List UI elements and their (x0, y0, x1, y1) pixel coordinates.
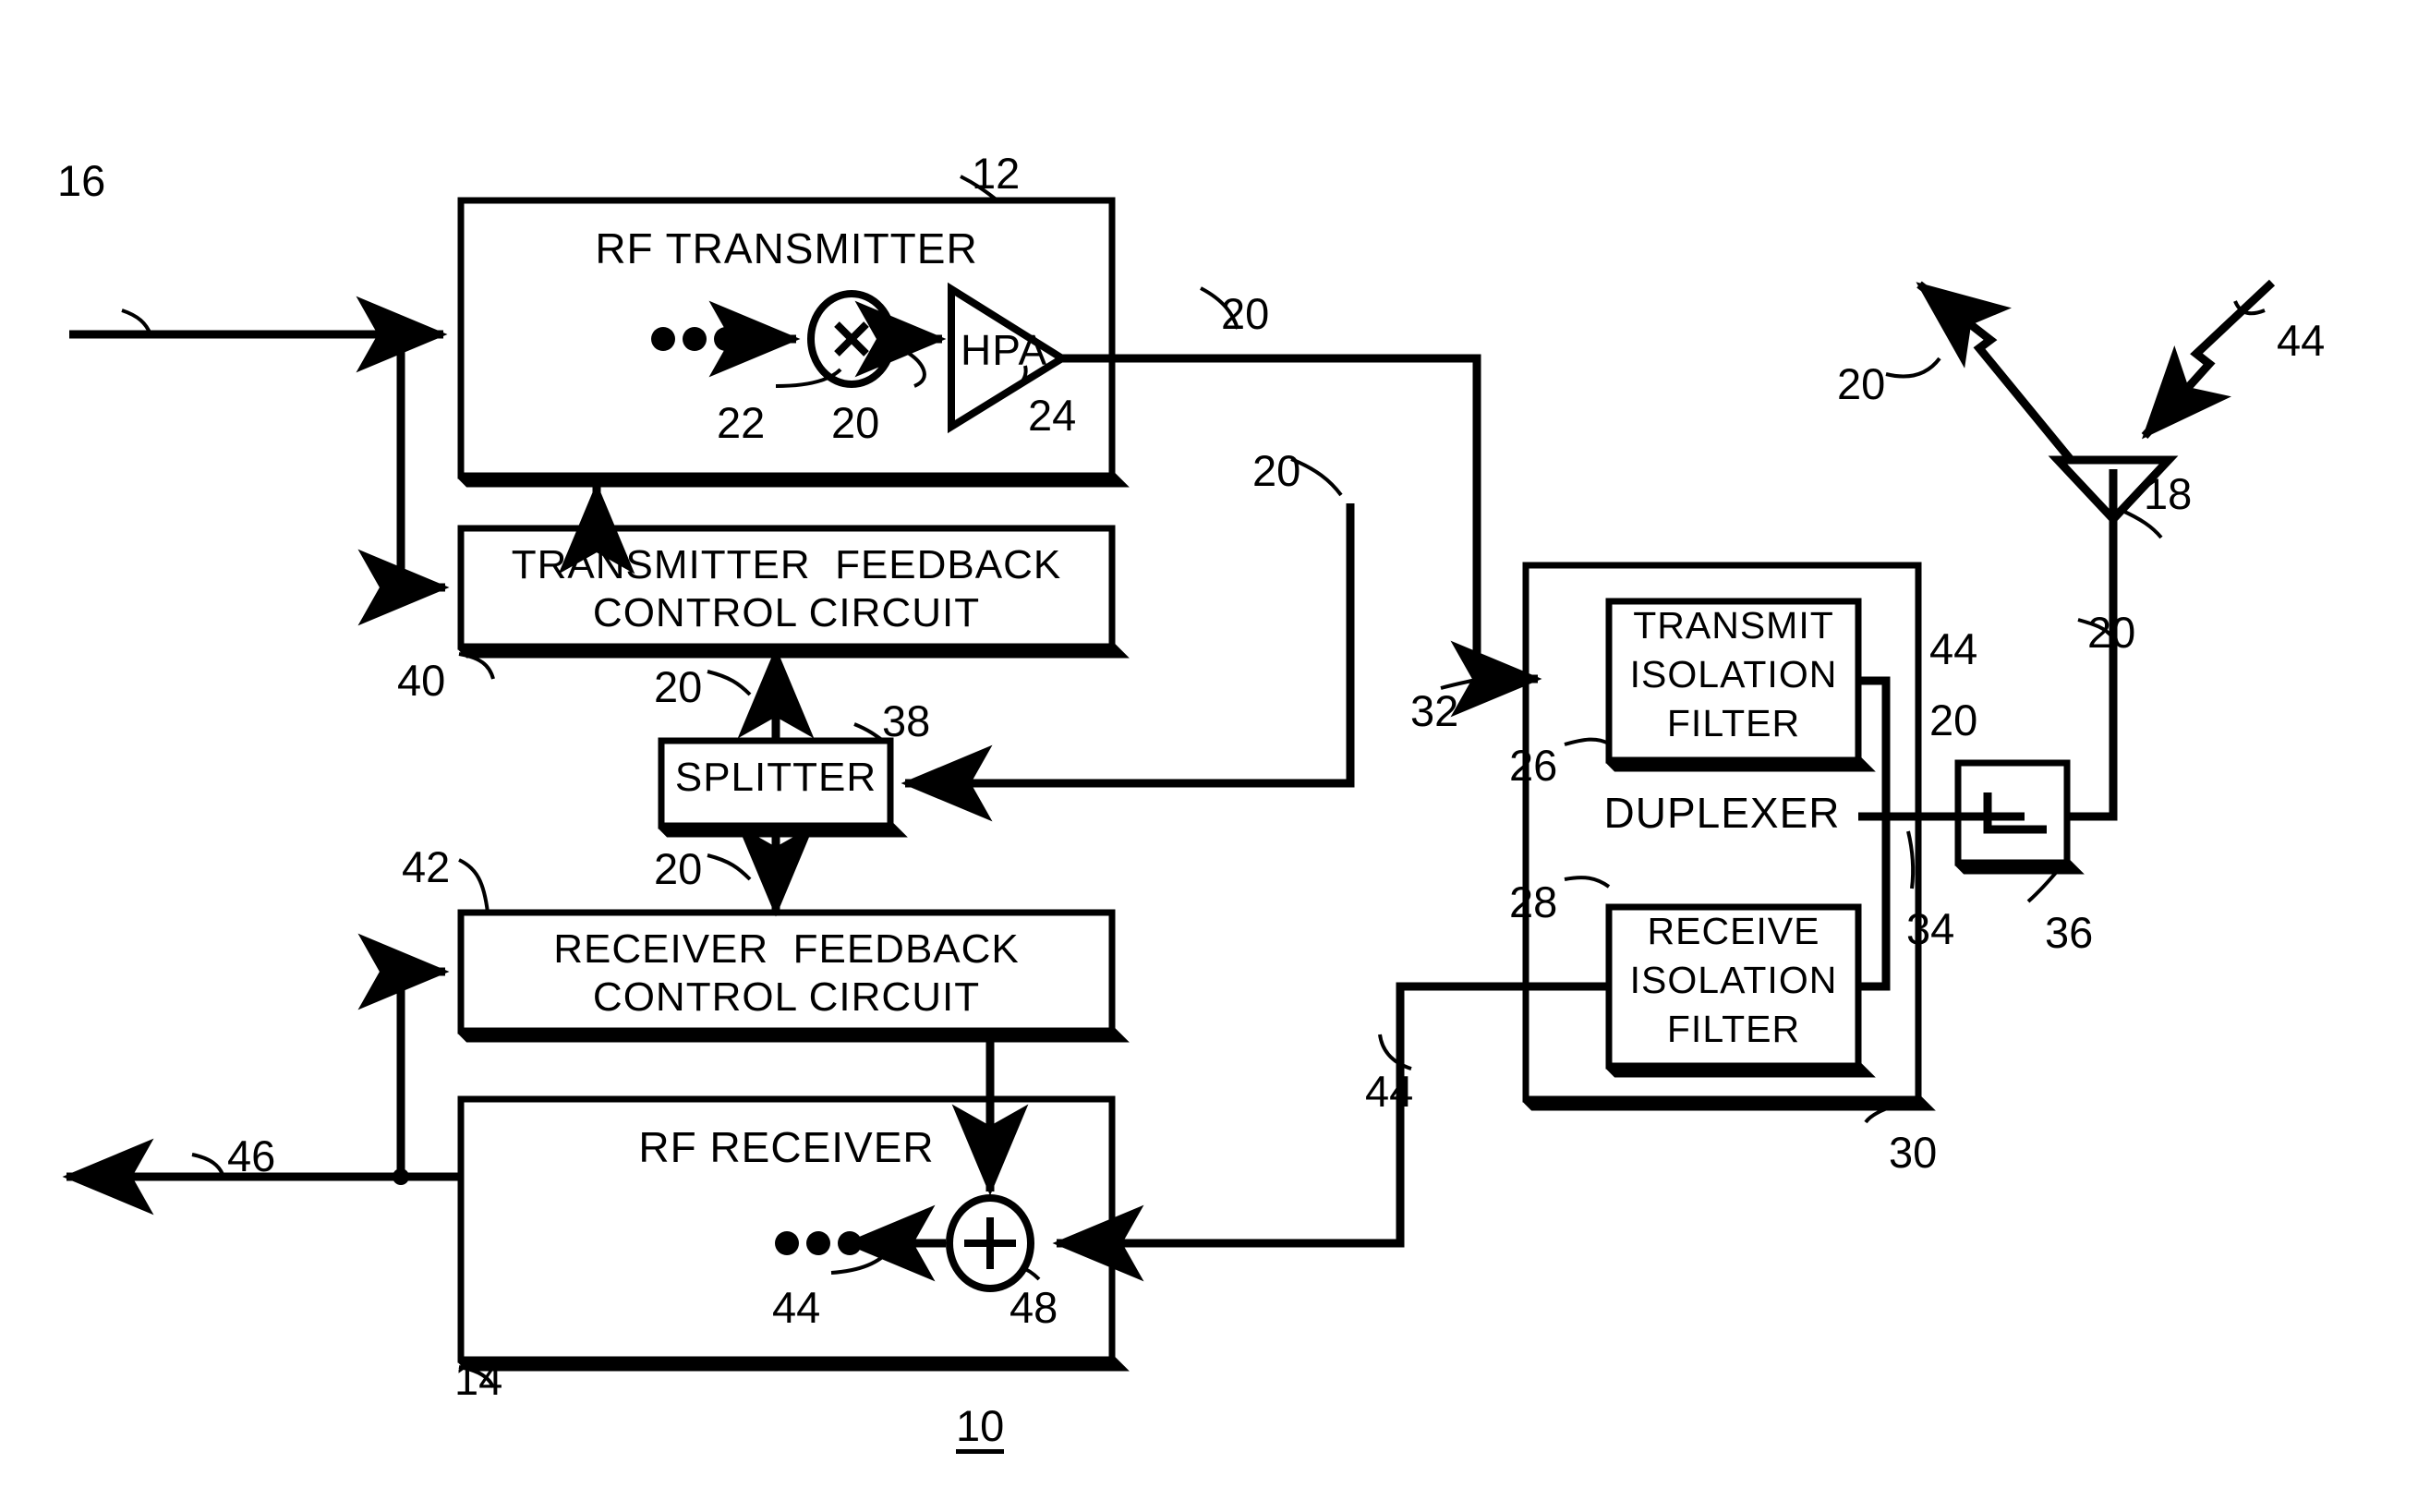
reference-numeral-splitter-output-up: 20 (654, 662, 703, 711)
figure-number: 10 (956, 1404, 1005, 1454)
reference-numeral-transmit-path-to-duplexer: 32 (1410, 686, 1459, 735)
splitter-label: SPLITTER (674, 755, 877, 800)
transmit-isolation-filter-line3: FILTER (1666, 702, 1801, 744)
ellipsis-dot (838, 1231, 862, 1255)
reference-numeral-receive-signal-to-receiver: 44 (1365, 1067, 1414, 1116)
lead-20d (707, 670, 752, 696)
reference-numeral-transmitter-feedback-control-circuit: 40 (397, 656, 446, 705)
ellipsis-dot (651, 327, 675, 351)
summer-plus-glyph (964, 1217, 1016, 1269)
lead-44d (830, 1247, 892, 1275)
reference-numeral-mixer: 22 (717, 398, 766, 447)
reference-numeral-receiver-feedback-control-circuit: 42 (402, 842, 451, 891)
input-branch-to-tfcc (357, 334, 450, 626)
reference-numeral-radiated-receive-signal: 44 (2277, 316, 2326, 365)
reference-numeral-transmit-isolation-filter: 26 (1509, 741, 1558, 790)
radiated-receive-arrow (2141, 279, 2276, 440)
reference-numeral-receive-signal: 44 (1929, 624, 1978, 673)
lead-42 (458, 858, 490, 913)
transmit-isolation-filter-line2: ISOLATION (1629, 653, 1838, 696)
mixer-x-glyph (834, 321, 869, 357)
reference-numeral-antenna-feed-transmit: 20 (2087, 608, 2136, 657)
reference-numeral-duplexer: 30 (1889, 1128, 1938, 1177)
reference-numeral-antenna: 18 (2144, 469, 2193, 518)
reference-numeral-high-power-amplifier: 24 (1028, 391, 1077, 440)
radiated-transmit-arrow (1916, 281, 2075, 464)
lead-44c (1378, 1034, 1412, 1070)
transmit-path-to-tif (1112, 354, 1542, 718)
transmitter-feedback-label-line1: TRANSMITTER FEEDBACK (511, 542, 1062, 587)
port-to-rif (1858, 816, 1891, 991)
receive-isolation-filter-line2: ISOLATION (1629, 959, 1838, 1001)
transmitter-feedback-label-line2: CONTROL CIRCUIT (592, 590, 981, 635)
diagram-lines (62, 175, 2276, 1388)
lead-22 (775, 368, 842, 388)
reference-numeral-duplexer-antenna-port: 34 (1906, 904, 1955, 953)
reference-numeral-rf-receiver: 14 (454, 1355, 503, 1404)
ellipsis-dot (683, 327, 707, 351)
ellipsis-dot (806, 1231, 830, 1255)
rf-receiver-label: RF RECEIVER (638, 1123, 935, 1171)
coupler-l-glyph (1983, 792, 2047, 834)
lead-28 (1564, 876, 1611, 889)
patent-figure: RF TRANSMITTER HPA TRANSMITTER FEEDBACK … (0, 0, 2430, 1512)
reference-numeral-rf-transmitter: 12 (972, 149, 1021, 198)
reference-numeral-transmit-signal-branch: 20 (1252, 446, 1301, 495)
ellipsis-dot (775, 1231, 799, 1255)
reference-numeral-transmit-signal-duplexer-out: 20 (1929, 696, 1978, 744)
reference-numeral-coupler: 36 (2045, 908, 2094, 957)
reference-numeral-input-signal: 16 (57, 156, 106, 205)
receive-isolation-filter-line3: FILTER (1666, 1008, 1801, 1050)
reference-numeral-transmit-signal-internal: 20 (831, 398, 880, 447)
lead-26 (1564, 737, 1610, 746)
reference-numeral-transmit-signal-hpa-out: 20 (1221, 289, 1270, 338)
lead-20g (1885, 357, 1941, 379)
reference-numeral-receive-isolation-filter: 28 (1509, 877, 1558, 926)
receive-isolation-filter-line1: RECEIVE (1647, 910, 1820, 952)
receiver-feedback-label-line2: CONTROL CIRCUIT (592, 974, 981, 1020)
reference-numeral-summing-junction: 48 (1009, 1283, 1058, 1332)
output-branch-to-rfcc (357, 933, 450, 1177)
receiver-feedback-label-line1: RECEIVER FEEDBACK (553, 926, 1020, 972)
reference-numeral-receive-signal-internal: 44 (772, 1283, 821, 1332)
transmit-isolation-filter-line1: TRANSMIT (1633, 604, 1834, 647)
reference-numeral-splitter: 38 (882, 696, 931, 745)
reference-numeral-output-signal: 46 (227, 1131, 276, 1180)
lead-20h (707, 853, 752, 881)
reference-numeral-radiated-transmit-signal: 20 (1837, 359, 1886, 408)
ellipsis-dot (714, 327, 738, 351)
duplexer-label: DUPLEXER (1603, 789, 1841, 837)
reference-numeral-splitter-output-down: 20 (654, 844, 703, 893)
rf-transmitter-label: RF TRANSMITTER (595, 224, 978, 272)
lead-34 (1906, 830, 1916, 889)
lead-20-mixerout (903, 349, 926, 388)
hpa-label: HPA (961, 326, 1048, 374)
